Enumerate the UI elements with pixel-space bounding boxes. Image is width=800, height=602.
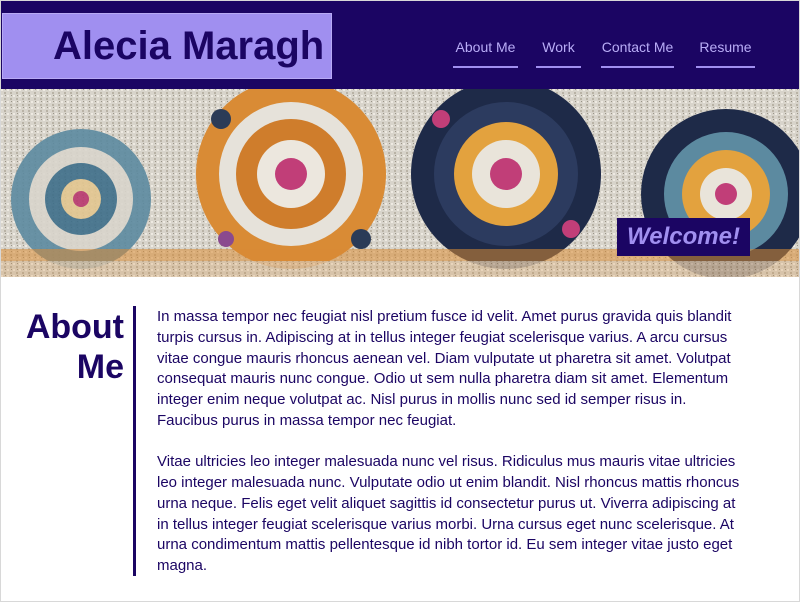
about-me-heading: About Me <box>11 307 124 387</box>
site-name: Alecia Maragh <box>53 24 325 68</box>
welcome-badge: Welcome! <box>617 218 750 256</box>
nav-resume[interactable]: Resume <box>696 38 755 68</box>
nav-contact-me[interactable]: Contact Me <box>601 38 674 68</box>
vertical-divider <box>133 306 136 576</box>
about-heading-line1: About <box>25 308 124 346</box>
about-paragraph-1: In massa tempor nec feugiat nisl pretium… <box>157 308 732 429</box>
about-heading-line2: Me <box>76 348 124 386</box>
about-me-text: In massa tempor nec feugiat nisl pretium… <box>157 307 741 598</box>
site-header: Alecia Maragh About Me Work Contact Me R… <box>1 1 799 90</box>
nav-about-me[interactable]: About Me <box>453 38 518 68</box>
site-name-box: Alecia Maragh <box>2 13 332 79</box>
page: Alecia Maragh About Me Work Contact Me R… <box>0 0 800 602</box>
about-paragraph-2: Vitae ultricies leo integer malesuada nu… <box>157 453 740 574</box>
nav-work[interactable]: Work <box>536 38 581 68</box>
